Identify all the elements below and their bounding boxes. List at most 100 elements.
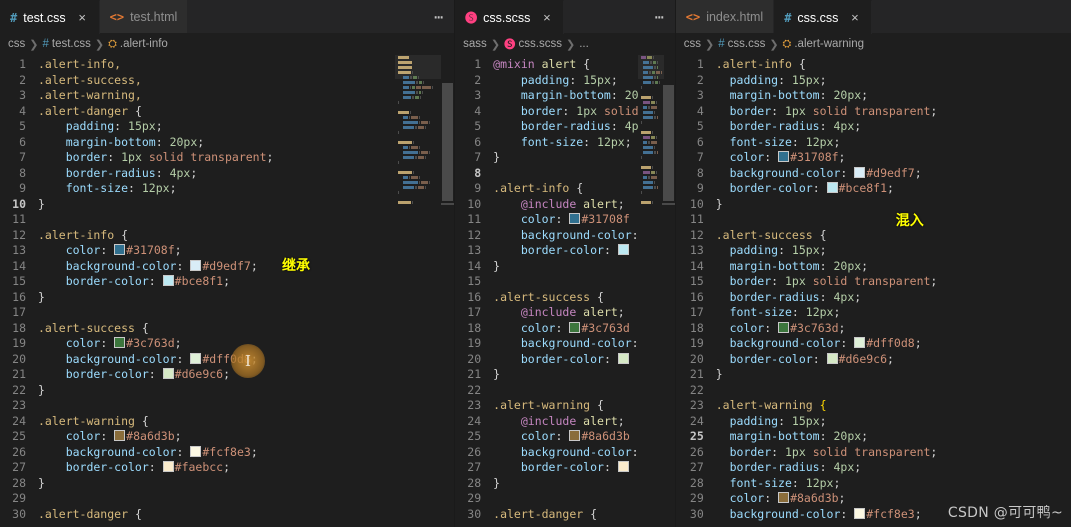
breadcrumb-right[interactable]: css ❯ # css.css ❯ ⛭ .alert-warning <box>675 33 1071 55</box>
tab-css-scss[interactable]: 🅢 css.scss × <box>455 0 565 34</box>
code-line[interactable]: color: #3c763d <box>493 321 675 337</box>
color-swatch-icon[interactable] <box>190 259 202 271</box>
code-line[interactable]: color: #8a6d3b; <box>716 491 1071 507</box>
code-line[interactable]: border: 1px solid transparent; <box>38 150 454 166</box>
code-line[interactable]: border-radius: 4px; <box>716 119 1071 135</box>
color-swatch-icon[interactable] <box>569 430 581 441</box>
color-swatch-icon[interactable] <box>569 321 581 333</box>
code-lines-right[interactable]: .alert-info { padding: 15px; margin-bott… <box>716 55 1071 527</box>
code-line[interactable]: border-color: <box>493 352 675 368</box>
code-line[interactable] <box>716 212 1071 228</box>
code-line[interactable]: background-color: #fcf8e3; <box>38 445 454 461</box>
code-line[interactable]: padding: 15px; <box>38 119 454 135</box>
breadcrumb-file[interactable]: css.scss <box>519 38 562 50</box>
breadcrumb-symbol[interactable]: ... <box>579 38 589 50</box>
code-line[interactable] <box>38 491 454 507</box>
color-swatch-icon[interactable] <box>569 213 581 224</box>
breadcrumb-symbol[interactable]: .alert-warning <box>794 38 864 50</box>
tab-test-html[interactable]: <> test.html <box>99 0 189 33</box>
color-swatch-icon[interactable] <box>114 430 126 441</box>
code-line[interactable]: color: #31708f; <box>716 150 1071 166</box>
more-actions-icon[interactable]: ⋯ <box>434 0 454 33</box>
code-line[interactable]: border: 1px solid transparent; <box>716 104 1071 120</box>
code-line[interactable]: border-radius: 4px; <box>38 166 454 182</box>
code-line[interactable]: border-color: #d6e9c6; <box>716 352 1071 368</box>
close-icon[interactable]: × <box>848 11 861 24</box>
code-line[interactable]: } <box>716 367 1071 383</box>
color-swatch-icon[interactable] <box>778 151 790 162</box>
code-line[interactable]: font-size: 12px; <box>716 135 1071 151</box>
color-swatch-icon[interactable] <box>854 337 866 348</box>
close-icon[interactable]: × <box>540 11 553 24</box>
code-line[interactable]: border-radius: 4px; <box>716 460 1071 476</box>
code-line[interactable]: border-color: <box>493 460 675 476</box>
tab-index-html[interactable]: <> index.html <box>675 0 775 33</box>
code-line[interactable]: background-color: #dff0d8; <box>716 336 1071 352</box>
code-line[interactable] <box>38 305 454 321</box>
color-swatch-icon[interactable] <box>617 244 629 255</box>
code-line[interactable]: .alert-info { <box>716 57 1071 73</box>
code-line[interactable]: padding: 15px; <box>716 73 1071 89</box>
scrollbar-thumb[interactable] <box>442 83 454 201</box>
close-icon[interactable]: × <box>76 11 89 24</box>
code-line[interactable]: border: 1px solid transparent; <box>716 445 1071 461</box>
code-line[interactable]: background-color: #fcf8e3; <box>716 507 1071 523</box>
code-line[interactable]: background-color: #d9edf7; <box>38 259 454 275</box>
color-swatch-icon[interactable] <box>114 337 126 348</box>
code-line[interactable]: .alert-warning, <box>38 88 454 104</box>
code-line[interactable]: padding: 15px; <box>716 414 1071 430</box>
color-swatch-icon[interactable] <box>162 368 174 379</box>
code-line[interactable]: margin-bottom: 20 <box>493 88 675 104</box>
code-line[interactable]: font-size: 12px; <box>716 305 1071 321</box>
color-swatch-icon[interactable] <box>114 244 126 255</box>
code-line[interactable]: font-size: 12px; <box>716 476 1071 492</box>
code-line[interactable]: .alert-danger { <box>38 507 454 523</box>
code-line[interactable]: .alert-warning { <box>493 398 675 414</box>
code-line[interactable]: margin-bottom: 20px; <box>716 429 1071 445</box>
breadcrumb-folder[interactable]: sass <box>463 38 487 50</box>
breadcrumb-folder[interactable]: css <box>8 38 25 50</box>
code-line[interactable]: .alert-success { <box>716 228 1071 244</box>
breadcrumb-middle[interactable]: sass ❯ 🅢 css.scss ❯ ... <box>455 33 675 55</box>
color-swatch-icon[interactable] <box>190 445 202 457</box>
code-line[interactable]: font-size: 12px; <box>493 135 675 151</box>
code-line[interactable]: } <box>493 259 675 275</box>
code-line[interactable] <box>38 398 454 414</box>
color-swatch-icon[interactable] <box>854 507 866 519</box>
code-line[interactable]: color: #3c763d; <box>716 321 1071 337</box>
code-line[interactable]: padding: 15px; <box>716 243 1071 259</box>
code-line[interactable]: border-color: #bce8f1; <box>38 274 454 290</box>
code-line[interactable]: background-color: <box>493 336 675 352</box>
color-swatch-icon[interactable] <box>826 182 838 193</box>
code-line[interactable]: } <box>493 476 675 492</box>
code-line[interactable]: .alert-danger { <box>38 104 454 120</box>
color-swatch-icon[interactable] <box>190 352 202 364</box>
code-line[interactable]: background-color: <box>493 228 675 244</box>
code-line[interactable] <box>493 383 675 399</box>
code-line[interactable]: border-color: #faebcc; <box>38 460 454 476</box>
code-line[interactable]: } <box>38 197 454 213</box>
vertical-scrollbar-left[interactable] <box>441 55 455 527</box>
code-line[interactable] <box>716 383 1071 399</box>
code-line[interactable]: @mixin alert { <box>493 57 675 73</box>
vertical-scrollbar-middle[interactable] <box>661 55 675 527</box>
code-line[interactable]: font-size: 12px; <box>38 181 454 197</box>
code-line[interactable]: @include alert; <box>493 197 675 213</box>
code-line[interactable]: .alert-success { <box>38 321 454 337</box>
code-area-right[interactable]: 1 2 3 4 5 6 7 8 9 10 11 12 13 14 15 16 17 18 19 20 21 22 23 24 2… <box>675 55 1071 527</box>
code-line[interactable]: .alert-warning { <box>38 414 454 430</box>
code-line[interactable] <box>493 166 675 182</box>
code-line[interactable]: } <box>38 290 454 306</box>
code-line[interactable]: margin-bottom: 20px; <box>716 259 1071 275</box>
code-line[interactable]: .alert-success, <box>38 73 454 89</box>
code-line[interactable]: @include alert; <box>493 414 675 430</box>
code-line[interactable]: } <box>716 197 1071 213</box>
code-line[interactable]: background-color: #d9edf7; <box>716 166 1071 182</box>
code-line[interactable] <box>493 274 675 290</box>
code-line[interactable]: .alert-success { <box>493 290 675 306</box>
code-line[interactable]: } <box>493 367 675 383</box>
color-swatch-icon[interactable] <box>778 321 790 333</box>
tab-css-css[interactable]: # css.css × <box>774 0 873 34</box>
breadcrumb-left[interactable]: css ❯ # test.css ❯ ⛭ .alert-info <box>0 33 455 55</box>
code-line[interactable] <box>493 491 675 507</box>
